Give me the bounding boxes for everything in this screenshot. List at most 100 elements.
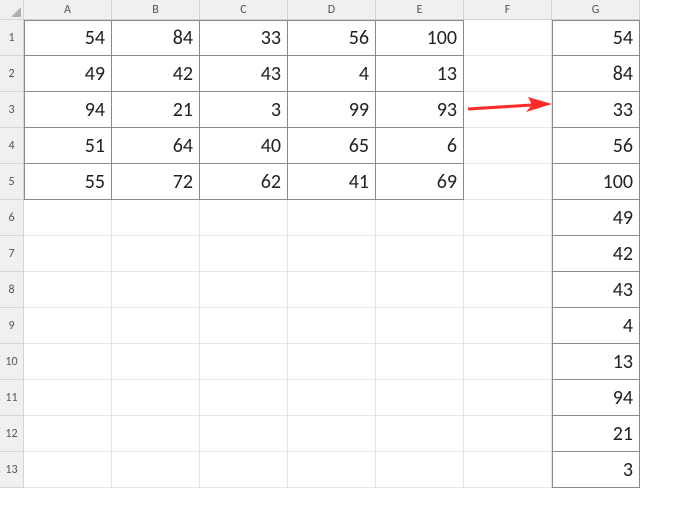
cell[interactable]: 42 bbox=[112, 56, 200, 92]
cell[interactable]: 33 bbox=[552, 92, 640, 128]
cell[interactable] bbox=[200, 452, 288, 488]
cell[interactable] bbox=[24, 236, 112, 272]
cell[interactable]: 100 bbox=[376, 20, 464, 56]
cell[interactable] bbox=[24, 344, 112, 380]
cell[interactable] bbox=[200, 236, 288, 272]
cell[interactable] bbox=[24, 452, 112, 488]
cell[interactable]: 42 bbox=[552, 236, 640, 272]
cell[interactable] bbox=[112, 308, 200, 344]
col-header[interactable]: D bbox=[288, 0, 376, 20]
cell[interactable] bbox=[112, 452, 200, 488]
cell[interactable] bbox=[464, 272, 552, 308]
row-header[interactable]: 8 bbox=[0, 272, 24, 308]
cell[interactable] bbox=[288, 200, 376, 236]
cell[interactable] bbox=[112, 272, 200, 308]
cell[interactable] bbox=[112, 344, 200, 380]
row-header[interactable]: 7 bbox=[0, 236, 24, 272]
cell[interactable]: 13 bbox=[552, 344, 640, 380]
cell[interactable]: 21 bbox=[552, 416, 640, 452]
row-header[interactable]: 2 bbox=[0, 56, 24, 92]
col-header[interactable]: G bbox=[552, 0, 640, 20]
cell[interactable]: 64 bbox=[112, 128, 200, 164]
cell[interactable]: 51 bbox=[24, 128, 112, 164]
cell[interactable] bbox=[288, 236, 376, 272]
cell[interactable] bbox=[24, 272, 112, 308]
cell[interactable] bbox=[24, 416, 112, 452]
cell[interactable] bbox=[464, 308, 552, 344]
select-all-corner[interactable] bbox=[0, 0, 24, 20]
cell[interactable] bbox=[200, 308, 288, 344]
cell[interactable] bbox=[112, 236, 200, 272]
row-header[interactable]: 10 bbox=[0, 344, 24, 380]
cell[interactable]: 33 bbox=[200, 20, 288, 56]
cell[interactable] bbox=[376, 416, 464, 452]
cell[interactable] bbox=[464, 92, 552, 128]
row-header[interactable]: 1 bbox=[0, 20, 24, 56]
cell[interactable] bbox=[288, 308, 376, 344]
cell[interactable]: 4 bbox=[552, 308, 640, 344]
cell[interactable] bbox=[288, 344, 376, 380]
cell[interactable]: 69 bbox=[376, 164, 464, 200]
cell[interactable] bbox=[288, 416, 376, 452]
cell[interactable] bbox=[288, 272, 376, 308]
cell[interactable]: 43 bbox=[552, 272, 640, 308]
cell[interactable]: 40 bbox=[200, 128, 288, 164]
cell[interactable] bbox=[24, 200, 112, 236]
cell[interactable] bbox=[112, 200, 200, 236]
cell[interactable] bbox=[464, 128, 552, 164]
cell[interactable] bbox=[112, 416, 200, 452]
cell[interactable] bbox=[200, 380, 288, 416]
cell[interactable]: 6 bbox=[376, 128, 464, 164]
cell[interactable] bbox=[464, 164, 552, 200]
cell[interactable]: 54 bbox=[552, 20, 640, 56]
row-header[interactable]: 11 bbox=[0, 380, 24, 416]
cell[interactable]: 65 bbox=[288, 128, 376, 164]
cell[interactable] bbox=[464, 452, 552, 488]
cell[interactable]: 72 bbox=[112, 164, 200, 200]
cell[interactable]: 100 bbox=[552, 164, 640, 200]
cell[interactable] bbox=[464, 344, 552, 380]
cell[interactable]: 84 bbox=[552, 56, 640, 92]
row-header[interactable]: 9 bbox=[0, 308, 24, 344]
cell[interactable]: 93 bbox=[376, 92, 464, 128]
cell[interactable] bbox=[112, 380, 200, 416]
cell[interactable] bbox=[464, 20, 552, 56]
cell[interactable] bbox=[376, 308, 464, 344]
cell[interactable]: 54 bbox=[24, 20, 112, 56]
cell[interactable]: 3 bbox=[200, 92, 288, 128]
cell[interactable]: 49 bbox=[552, 200, 640, 236]
col-header[interactable]: C bbox=[200, 0, 288, 20]
cell[interactable] bbox=[288, 452, 376, 488]
cell[interactable] bbox=[200, 416, 288, 452]
cell[interactable]: 43 bbox=[200, 56, 288, 92]
cell[interactable] bbox=[200, 344, 288, 380]
col-header[interactable]: B bbox=[112, 0, 200, 20]
cell[interactable] bbox=[376, 452, 464, 488]
cell[interactable]: 4 bbox=[288, 56, 376, 92]
cell[interactable] bbox=[376, 272, 464, 308]
row-header[interactable]: 6 bbox=[0, 200, 24, 236]
cell[interactable]: 21 bbox=[112, 92, 200, 128]
cell[interactable]: 41 bbox=[288, 164, 376, 200]
cell[interactable]: 99 bbox=[288, 92, 376, 128]
col-header[interactable]: E bbox=[376, 0, 464, 20]
cell[interactable] bbox=[464, 200, 552, 236]
cell[interactable] bbox=[288, 380, 376, 416]
cell[interactable]: 13 bbox=[376, 56, 464, 92]
cell[interactable] bbox=[200, 272, 288, 308]
cell[interactable] bbox=[376, 344, 464, 380]
cell[interactable] bbox=[464, 416, 552, 452]
cell[interactable]: 56 bbox=[552, 128, 640, 164]
cell[interactable] bbox=[376, 380, 464, 416]
cell[interactable] bbox=[24, 308, 112, 344]
cell[interactable]: 62 bbox=[200, 164, 288, 200]
row-header[interactable]: 12 bbox=[0, 416, 24, 452]
col-header[interactable]: F bbox=[464, 0, 552, 20]
cell[interactable]: 94 bbox=[24, 92, 112, 128]
cell[interactable]: 55 bbox=[24, 164, 112, 200]
cell[interactable] bbox=[376, 236, 464, 272]
cell[interactable] bbox=[24, 380, 112, 416]
row-header[interactable]: 5 bbox=[0, 164, 24, 200]
cell[interactable] bbox=[464, 236, 552, 272]
cell[interactable]: 56 bbox=[288, 20, 376, 56]
